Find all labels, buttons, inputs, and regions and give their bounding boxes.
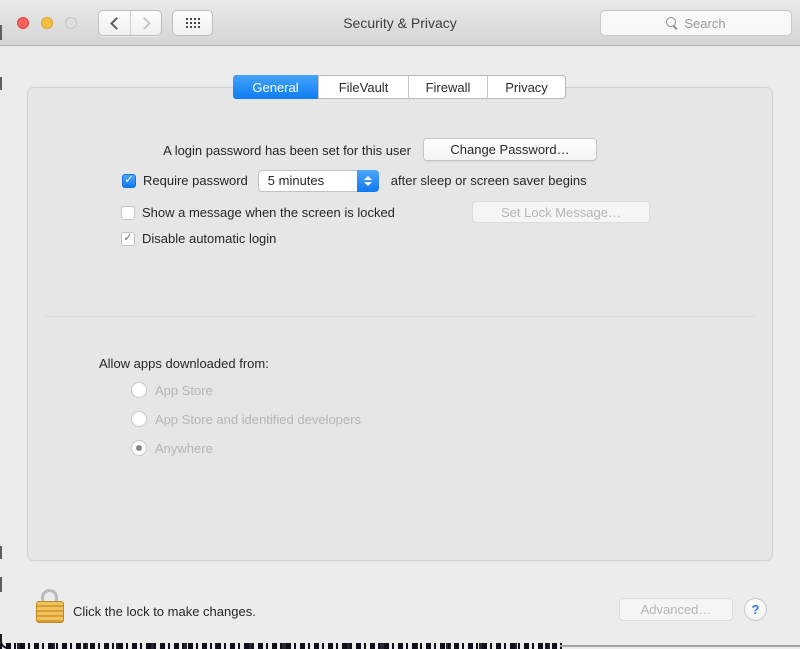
title-bar: Security & Privacy Search [0, 0, 800, 46]
require-password-row: ✓ Require password 5 minutes after sleep… [122, 169, 587, 192]
sleep-delay-value: 5 minutes [267, 173, 325, 188]
radio-row-identified: App Store and identified developers [131, 411, 361, 427]
lock-message-row: Show a message when the screen is locked [121, 201, 395, 224]
tab-bar: General FileVault Firewall Privacy [233, 75, 566, 99]
select-stepper-icon [356, 169, 379, 192]
checkmark-icon: ✓ [124, 174, 134, 186]
search-icon [666, 16, 679, 30]
radio-row-app-store: App Store [131, 382, 213, 398]
window-bottom-edge [560, 645, 800, 647]
app-store-label: App Store [155, 382, 213, 398]
checkmark-icon: ✓ [123, 232, 133, 244]
require-password-suffix: after sleep or screen saver begins [390, 173, 587, 188]
tab-general[interactable]: General [233, 75, 318, 99]
app-store-radio [131, 382, 147, 398]
section-divider [45, 316, 755, 317]
auto-login-label: Disable automatic login [142, 231, 277, 246]
search-input[interactable]: Search [600, 10, 792, 36]
lock-message-checkbox[interactable] [121, 205, 135, 220]
radio-row-anywhere: Anywhere [131, 440, 213, 456]
identified-developers-radio [131, 411, 147, 427]
question-mark-icon: ? [751, 602, 760, 617]
advanced-button: Advanced… [619, 598, 733, 621]
lock-icon[interactable] [36, 589, 64, 623]
lock-body-icon [36, 601, 64, 623]
tab-privacy[interactable]: Privacy [487, 76, 565, 98]
lock-hint-text: Click the lock to make changes. [73, 604, 256, 619]
tab-content-panel [27, 87, 773, 561]
search-placeholder: Search [684, 15, 726, 31]
edge-artifact [0, 25, 2, 40]
clipped-text-artifact [0, 643, 565, 649]
tab-filevault[interactable]: FileVault [318, 76, 408, 98]
help-button[interactable]: ? [744, 598, 767, 621]
lock-message-label: Show a message when the screen is locked [142, 205, 395, 220]
auto-login-row: ✓ Disable automatic login [121, 227, 276, 250]
identified-developers-label: App Store and identified developers [155, 411, 361, 427]
auto-login-checkbox[interactable]: ✓ [121, 231, 135, 246]
change-password-button[interactable]: Change Password… [423, 138, 597, 161]
login-password-label: A login password has been set for this u… [163, 143, 411, 158]
set-lock-message-button: Set Lock Message… [472, 201, 650, 223]
sleep-delay-select[interactable]: 5 minutes [257, 169, 379, 192]
require-password-label: Require password [143, 173, 248, 188]
tab-firewall[interactable]: Firewall [408, 76, 487, 98]
allow-apps-label: Allow apps downloaded from: [99, 356, 269, 371]
require-password-checkbox[interactable]: ✓ [122, 173, 136, 188]
radio-dot-icon [136, 445, 142, 451]
edge-artifact [0, 546, 2, 559]
anywhere-radio [131, 440, 147, 456]
security-privacy-window: Security & Privacy Search General FileVa… [0, 0, 800, 649]
edge-artifact [0, 577, 2, 592]
edge-artifact [0, 77, 2, 90]
anywhere-label: Anywhere [155, 440, 213, 456]
